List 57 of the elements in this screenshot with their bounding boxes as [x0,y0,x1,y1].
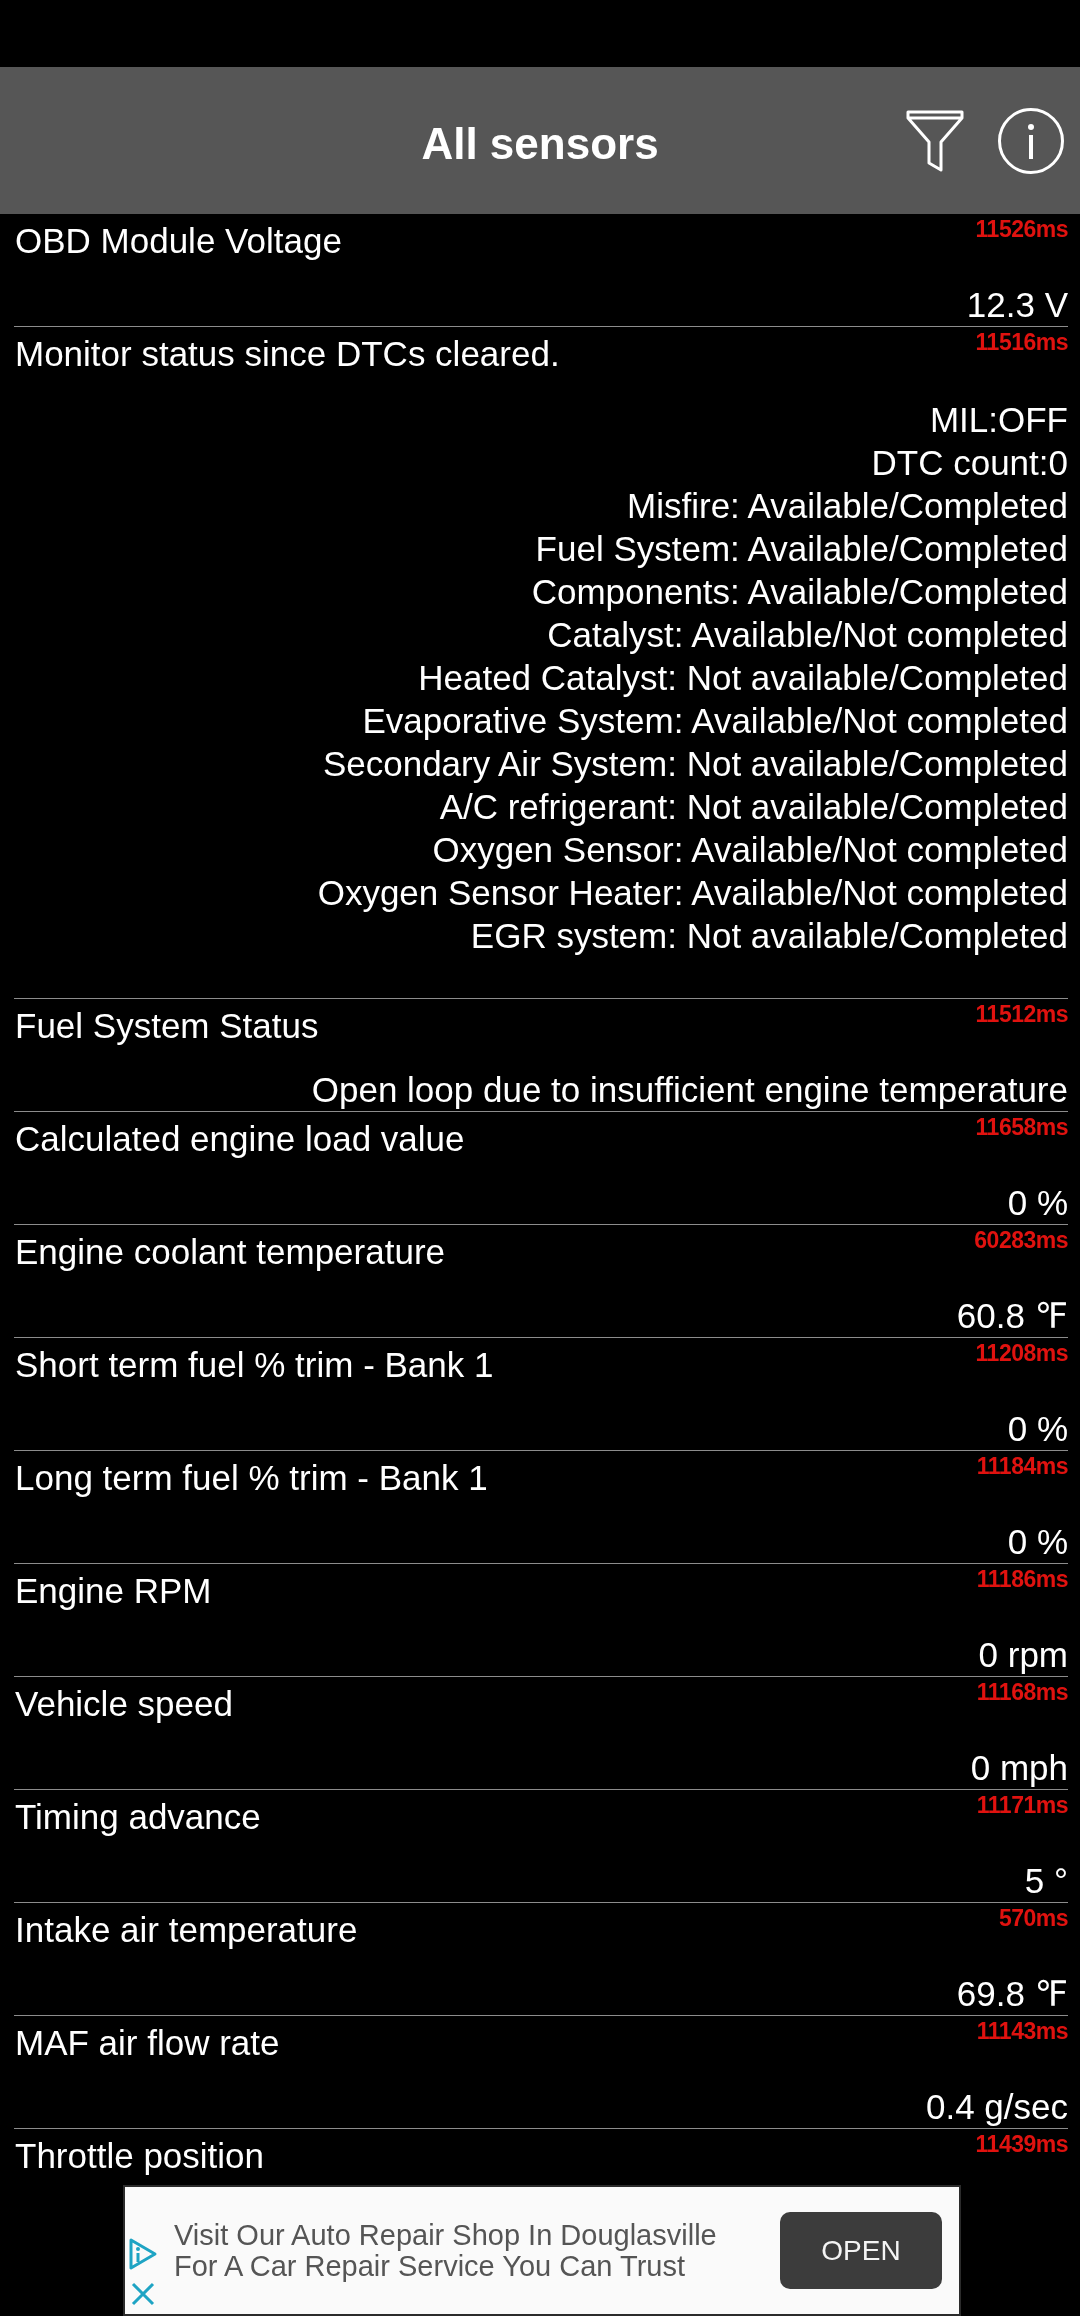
triangle-info-icon[interactable] [128,2237,158,2271]
status-line: A/C refrigerant: Not available/Completed [439,786,1068,828]
sensor-value: 69.8 ℉ [956,1974,1068,2014]
update-time: 11439ms [975,2132,1068,2157]
update-time: 11143ms [976,2019,1068,2044]
screen-title: All sensors [421,118,659,169]
open-button[interactable]: OPEN [780,2212,942,2289]
sensor-value: 5 ° [1024,1861,1068,1901]
ad-text[interactable]: Visit Our Auto Repair Shop In Douglasville For A Car Repair Service You Can Trust [174,2219,734,2282]
update-time: 11168ms [976,1680,1068,1705]
update-time: 11208ms [975,1341,1068,1366]
filter-icon[interactable] [906,109,964,172]
update-time: 570ms [998,1906,1068,1931]
update-time: 11526ms [975,217,1068,242]
update-time: 11186ms [976,1567,1068,1592]
sensor-value: 60.8 ℉ [956,1296,1068,1336]
status-line: Secondary Air System: Not available/Completed [322,743,1068,785]
sensor-name: Vehicle speed [14,1684,233,1724]
update-time: 11658ms [975,1115,1068,1140]
status-line: Components: Available/Completed [531,571,1068,613]
status-line: Catalyst: Available/Not completed [547,614,1068,656]
sensor-name: Short term fuel % trim - Bank 1 [14,1345,494,1385]
update-time: 11516ms [975,330,1068,355]
update-time: 60283ms [974,1228,1068,1253]
sensor-value: 0 % [1007,1409,1068,1449]
close-icon[interactable] [130,2282,156,2306]
update-time: 11512ms [975,1002,1068,1027]
status-line: Heated Catalyst: Not available/Completed [418,657,1068,699]
sensor-value: 0 rpm [978,1635,1068,1675]
update-time: 11184ms [976,1454,1068,1479]
sensor-name: Monitor status since DTCs cleared. [14,334,560,374]
info-icon[interactable] [998,107,1064,174]
sensor-value: Open loop due to insufficient engine temperature [311,1070,1068,1110]
status-line: Evaporative System: Available/Not completed [362,700,1068,742]
sensor-name: Fuel System Status [14,1006,319,1046]
sensor-name: Calculated engine load value [14,1119,465,1159]
status-line: Misfire: Available/Completed [627,485,1068,527]
sensor-value: 0 % [1007,1183,1068,1223]
sensor-name: Engine coolant temperature [14,1232,445,1272]
sensor-value: 12.3 V [966,285,1068,325]
update-time: 11171ms [976,1793,1068,1818]
sensor-name: MAF air flow rate [14,2023,280,2063]
sensor-name: OBD Module Voltage [14,221,342,261]
sensor-name: Throttle position [14,2136,265,2176]
status-line: DTC count:0 [871,442,1068,484]
status-line: Oxygen Sensor: Available/Not completed [432,829,1068,871]
status-line: Oxygen Sensor Heater: Available/Not completed [317,872,1068,914]
status-line: MIL:OFF [929,399,1068,441]
sensor-name: Engine RPM [14,1571,212,1611]
sensor-value: 0 % [1007,1522,1068,1562]
status-line: Fuel System: Available/Completed [535,528,1068,570]
sensor-name: Long term fuel % trim - Bank 1 [14,1458,488,1498]
sensor-name: Timing advance [14,1797,261,1837]
sensor-name: Intake air temperature [14,1910,358,1950]
status-line: EGR system: Not available/Completed [470,915,1068,957]
sensor-value: 0.4 g/sec [925,2087,1068,2127]
sensor-value: 0 mph [970,1748,1068,1788]
